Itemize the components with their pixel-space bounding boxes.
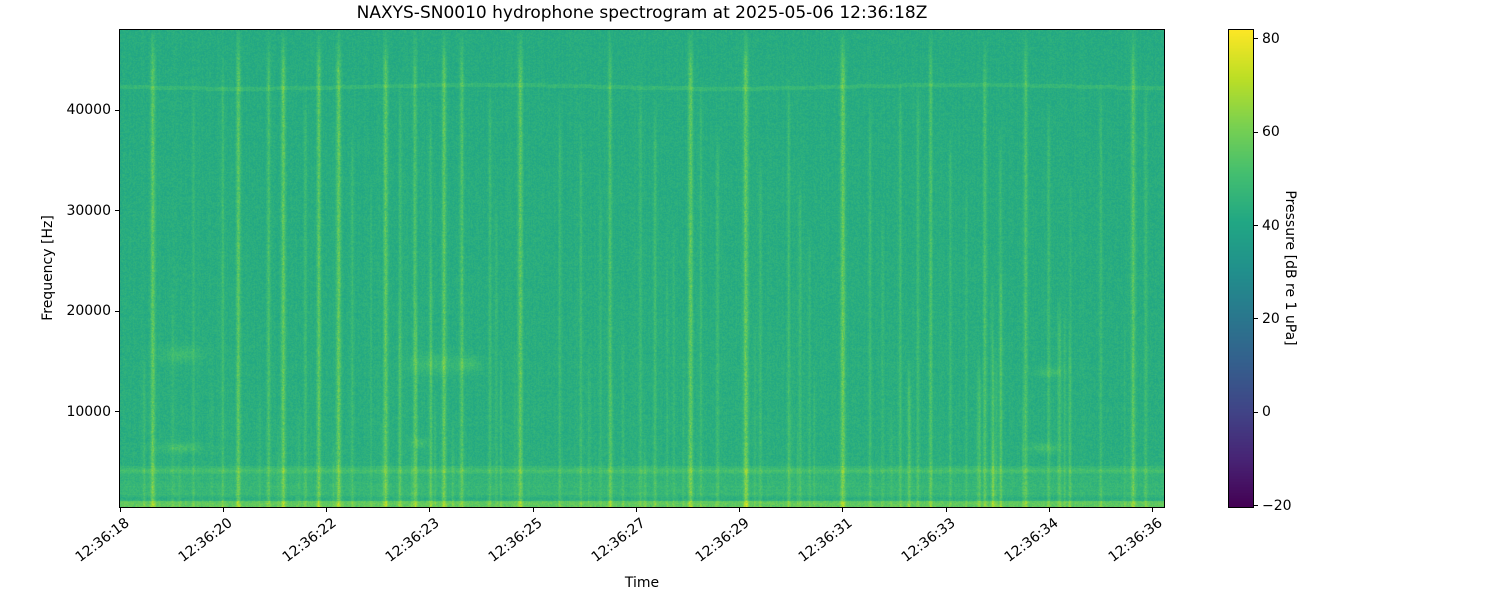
colorbar-tick-mark [1254, 225, 1258, 227]
chart-title: NAXYS-SN0010 hydrophone spectrogram at 2… [356, 3, 928, 23]
colorbar-tick-label: 40 [1262, 217, 1280, 234]
x-tick-mark [945, 508, 947, 512]
y-tick-label: 40000 [66, 102, 111, 119]
y-tick-mark [115, 210, 119, 212]
spectrogram-figure: NAXYS-SN0010 hydrophone spectrogram at 2… [0, 0, 1500, 600]
colorbar-tick-label: 80 [1262, 30, 1280, 47]
y-tick-label: 30000 [66, 202, 111, 219]
x-tick-mark [429, 508, 431, 512]
colorbar-tick-label: 20 [1262, 310, 1280, 327]
x-tick-label: 12:36:31 [795, 515, 856, 566]
y-tick-mark [115, 109, 119, 111]
colorbar-canvas [1229, 30, 1253, 507]
x-tick-label: 12:36:22 [279, 515, 340, 566]
plot-area [119, 29, 1165, 508]
x-tick-mark [532, 508, 534, 512]
x-tick-mark [222, 508, 224, 512]
colorbar-tick-mark [1254, 505, 1258, 507]
x-axis-label: Time [624, 575, 660, 591]
x-tick-label: 12:36:20 [176, 515, 236, 566]
y-tick-mark [115, 310, 119, 312]
x-tick-label: 12:36:33 [898, 515, 959, 566]
x-tick-mark [326, 508, 327, 512]
colorbar [1228, 29, 1254, 508]
colorbar-tick-label: −20 [1262, 497, 1292, 514]
y-tick-mark [115, 411, 119, 413]
y-tick-label: 20000 [66, 303, 111, 320]
x-tick-mark [635, 508, 637, 512]
x-tick-mark [1152, 508, 1154, 512]
x-tick-mark [739, 508, 741, 512]
colorbar-tick-mark [1254, 131, 1258, 133]
colorbar-tick-label: 0 [1262, 404, 1271, 421]
colorbar-tick-mark [1254, 411, 1258, 413]
x-tick-label: 12:36:25 [485, 515, 546, 566]
x-tick-label: 12:36:29 [692, 515, 753, 566]
colorbar-label: Pressure [dB re 1 uPa] [1282, 190, 1298, 346]
x-tick-mark [119, 508, 121, 512]
x-tick-label: 12:36:18 [72, 515, 133, 566]
x-tick-label: 12:36:23 [382, 515, 443, 566]
colorbar-tick-label: 60 [1262, 124, 1280, 141]
x-tick-mark [842, 508, 844, 512]
y-tick-label: 10000 [66, 403, 111, 420]
x-tick-label: 12:36:27 [589, 515, 649, 566]
x-tick-label: 12:36:36 [1105, 515, 1166, 566]
colorbar-tick-mark [1254, 318, 1258, 320]
x-tick-mark [1048, 508, 1050, 512]
x-tick-label: 12:36:34 [1002, 515, 1062, 566]
spectrogram-canvas [120, 30, 1164, 507]
colorbar-tick-mark [1254, 38, 1258, 40]
